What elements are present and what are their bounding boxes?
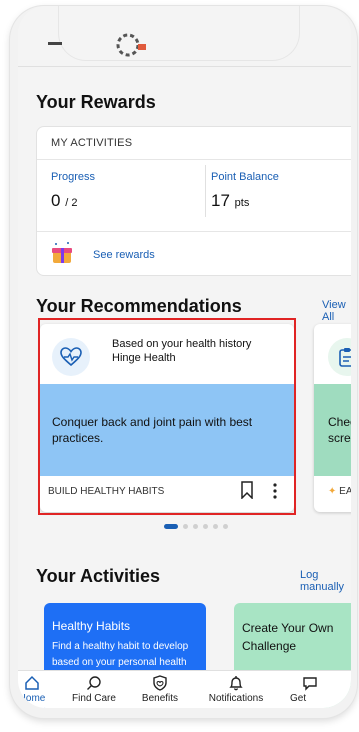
points-unit: pts <box>234 197 250 209</box>
points-count: 17 <box>211 191 230 210</box>
recommendation-provider: Hinge Health <box>112 352 176 364</box>
activity-title: Healthy Habits <box>52 619 131 633</box>
recommendation-body: Check screen <box>328 414 351 446</box>
carousel-dot[interactable] <box>164 524 178 529</box>
chat-icon <box>303 677 317 691</box>
tab-label: Find Care <box>72 693 116 704</box>
tab-notifications[interactable]: Notifications <box>204 675 268 704</box>
carousel-dot[interactable] <box>213 524 218 529</box>
app-logo-icon <box>116 33 146 57</box>
bottom-tab-bar: Home Find Care Benefits Notifications Ge… <box>18 670 351 708</box>
recommendation-category: BUILD HEALTHY HABITS <box>48 486 165 497</box>
phone-frame: Your Rewards MY ACTIVITIES Progress 0 / … <box>10 6 357 718</box>
recommendation-banner: Conquer back and joint pain with best pr… <box>40 384 294 476</box>
header-divider <box>18 66 351 67</box>
carousel-indicator[interactable] <box>164 524 228 529</box>
log-manually-link[interactable]: Log manually <box>300 569 351 593</box>
recommendation-card-next[interactable]: Check screen ✦ EARN <box>314 324 351 512</box>
recommendation-category: ✦ EARN <box>328 486 351 497</box>
see-rewards-link[interactable]: See rewards <box>93 249 155 261</box>
tab-get[interactable]: Get <box>290 675 330 704</box>
divider <box>205 165 206 217</box>
body-line: screen <box>328 431 351 445</box>
rewards-card: MY ACTIVITIES Progress 0 / 2 Point Balan… <box>36 126 351 276</box>
carousel-dot[interactable] <box>203 524 208 529</box>
tab-find-care[interactable]: Find Care <box>62 675 126 704</box>
activities-section-title: Your Activities <box>36 566 161 586</box>
shield-icon <box>153 675 167 691</box>
more-options-icon[interactable] <box>270 482 280 500</box>
tab-label: Home <box>18 693 46 704</box>
progress-value: 0 / 2 <box>51 191 77 211</box>
bell-icon <box>229 676 243 691</box>
clipboard-icon <box>328 338 351 376</box>
gift-icon <box>52 242 72 263</box>
device-notch <box>58 6 300 61</box>
tab-home[interactable]: Home <box>18 675 64 704</box>
tab-label: Notifications <box>208 693 264 704</box>
tab-label: Benefits <box>141 693 179 704</box>
app-screen: Your Rewards MY ACTIVITIES Progress 0 / … <box>18 6 351 708</box>
recommendations-section-title: Your Recommendations <box>36 296 242 316</box>
tab-label: Get <box>290 693 307 704</box>
home-icon <box>25 675 39 690</box>
progress-total: / 2 <box>65 197 78 209</box>
divider <box>37 231 351 232</box>
carousel-dot[interactable] <box>183 524 188 529</box>
my-activities-header: MY ACTIVITIES <box>51 137 133 149</box>
rewards-section-title: Your Rewards <box>36 92 156 112</box>
activity-title: Create Your Own Challenge <box>242 621 334 653</box>
view-all-link[interactable]: View All <box>322 299 351 323</box>
body-line: Check <box>328 415 351 429</box>
progress-label: Progress <box>51 171 96 183</box>
point-balance-label: Point Balance <box>211 171 279 183</box>
carousel-dot[interactable] <box>193 524 198 529</box>
recommendation-body: Conquer back and joint pain with best pr… <box>52 415 253 445</box>
category-label: EARN <box>339 486 351 497</box>
carousel-dot[interactable] <box>223 524 228 529</box>
recommendation-title: Based on your health history <box>112 338 252 350</box>
sparkle-icon: ✦ <box>328 486 337 497</box>
heart-health-icon <box>52 338 90 376</box>
progress-count: 0 <box>51 191 61 210</box>
recommendation-card[interactable]: Based on your health history Hinge Healt… <box>40 324 294 512</box>
tab-benefits[interactable]: Benefits <box>128 675 192 704</box>
menu-icon[interactable] <box>48 42 62 45</box>
divider <box>37 159 351 160</box>
search-icon <box>87 676 101 690</box>
bookmark-icon[interactable] <box>240 481 254 499</box>
point-balance-value: 17 pts <box>211 191 249 211</box>
recommendation-banner: Check screen <box>314 384 351 476</box>
